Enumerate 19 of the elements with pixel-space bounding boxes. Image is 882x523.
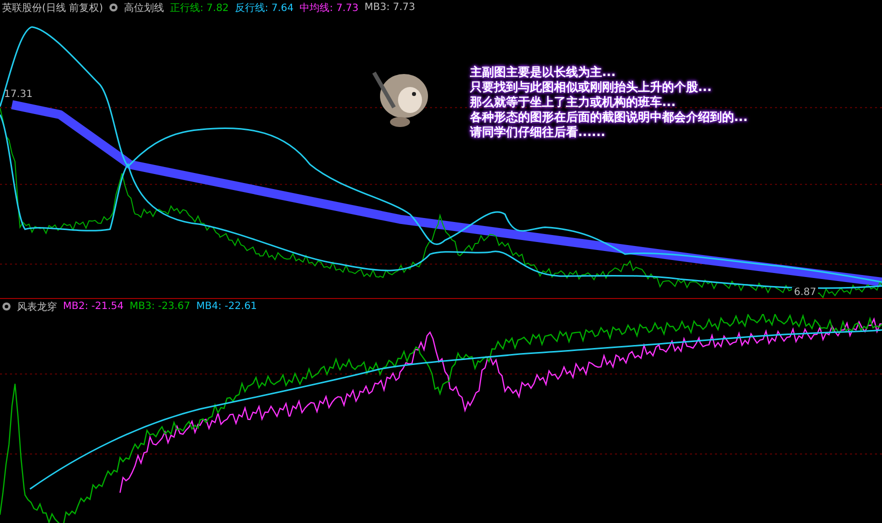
indicator-reading: MB4: -22.61 — [196, 301, 257, 312]
chart-title: 英联股份(日线 前复权) — [2, 2, 103, 14]
high-price-label: 17.31 — [4, 89, 33, 100]
note-line: 请同学们仔细往后看...... — [470, 125, 606, 140]
note-line: 主副图主要是以长线为主... — [470, 65, 617, 80]
settings-icon[interactable] — [2, 302, 11, 311]
indicator-reading: 正行线: 7.82 — [170, 2, 229, 14]
settings-icon[interactable] — [108, 3, 118, 12]
indicator-reading: MB2: -21.54 — [63, 301, 124, 312]
note-line: 各种形态的图形在后面的截图说明中都会介绍到的... — [470, 110, 748, 125]
indicator-name: 高位划线 — [124, 2, 164, 14]
note-line: 那么就等于坐上了主力或机构的班车... — [470, 95, 677, 110]
indicator-reading: 反行线: 7.64 — [234, 2, 294, 14]
indicator-reading: MB3: 7.73 — [364, 2, 416, 13]
indicator-title: 风表龙穿 — [17, 300, 57, 314]
indicator-reading: 中均线: 7.73 — [300, 2, 358, 14]
note-line: 只要找到与此图相似或刚刚抬头上升的个股... — [470, 80, 713, 95]
indicator-reading: MB3: -23.67 — [130, 301, 190, 312]
low-price-label: 6.87 — [792, 287, 818, 298]
